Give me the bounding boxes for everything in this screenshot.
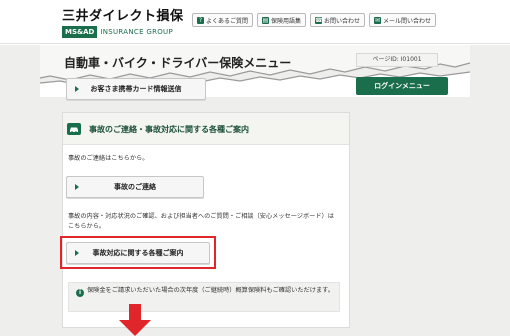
nav-glossary-label: 保険用語集 (270, 17, 301, 25)
accident-guidance-text: 事故の内容・対応状況のご確認、および担当者へのご質問・ご相談（安心メッセージボー… (68, 213, 334, 230)
brand-subline: MS&AD INSURANCE GROUP (62, 26, 184, 38)
header-nav: ? よくあるご質問 ▤ 保険用語集 ☎ お問い合わせ ✉ メール問い合わせ (191, 13, 436, 27)
mobile-card-label: お客さま携帯カード情報送信 (90, 85, 182, 93)
triangle-right-icon (75, 184, 79, 190)
section-title: 事故のご連絡・事故対応に関する各種ご案内 (89, 125, 249, 134)
section-header: 事故のご連絡・事故対応に関する各種ご案内 (63, 113, 349, 145)
info-note: i 保険金をご請求いただいた場合の次年度（ご継続時）概算保険料もご確認いただけま… (68, 282, 340, 312)
nav-glossary-link[interactable]: ▤ 保険用語集 (256, 13, 306, 27)
nav-faq-link[interactable]: ? よくあるご質問 (191, 13, 253, 27)
page-title: 自動車・バイク・ドライバー保険メニュー (64, 56, 292, 70)
book-icon: ▤ (261, 16, 269, 24)
question-icon: ? (196, 16, 204, 24)
accident-contact-button[interactable]: 事故のご連絡 (66, 176, 204, 198)
page-id: ページID: I01001 (356, 53, 438, 67)
brand-name: 三井ダイレクト損保 (62, 9, 184, 24)
site-header: 三井ダイレクト損保 MS&AD INSURANCE GROUP ? よくあるご質… (0, 0, 510, 44)
login-menu-button[interactable]: ログインメニュー (356, 77, 448, 95)
arrow-down-icon (119, 304, 151, 336)
phone-icon: ☎ (314, 16, 323, 24)
info-icon: i (76, 289, 84, 297)
triangle-right-icon (75, 86, 79, 92)
accident-contact-label: 事故のご連絡 (114, 183, 156, 191)
info-note-text: 保険金をご請求いただいた場合の次年度（ご継続時）概算保険料もご確認いただけます。 (87, 287, 334, 294)
highlight-box (60, 236, 216, 269)
nav-contact-label: お問い合わせ (323, 17, 360, 25)
brand-badge: MS&AD (62, 26, 98, 38)
mail-icon: ✉ (373, 16, 381, 24)
nav-faq-label: よくあるご質問 (205, 17, 248, 25)
nav-contact-link[interactable]: ☎ お問い合わせ (309, 13, 365, 27)
nav-mail-label: メール問い合わせ (382, 17, 431, 25)
brand-logo[interactable]: 三井ダイレクト損保 MS&AD INSURANCE GROUP (62, 5, 184, 38)
mobile-card-button[interactable]: お客さま携帯カード情報送信 (66, 78, 206, 100)
nav-mail-link[interactable]: ✉ メール問い合わせ (368, 13, 436, 27)
accident-intro-text: 事故のご連絡はこちらから。 (68, 155, 149, 162)
brand-group: INSURANCE GROUP (100, 28, 173, 36)
car-crash-icon (67, 123, 81, 135)
